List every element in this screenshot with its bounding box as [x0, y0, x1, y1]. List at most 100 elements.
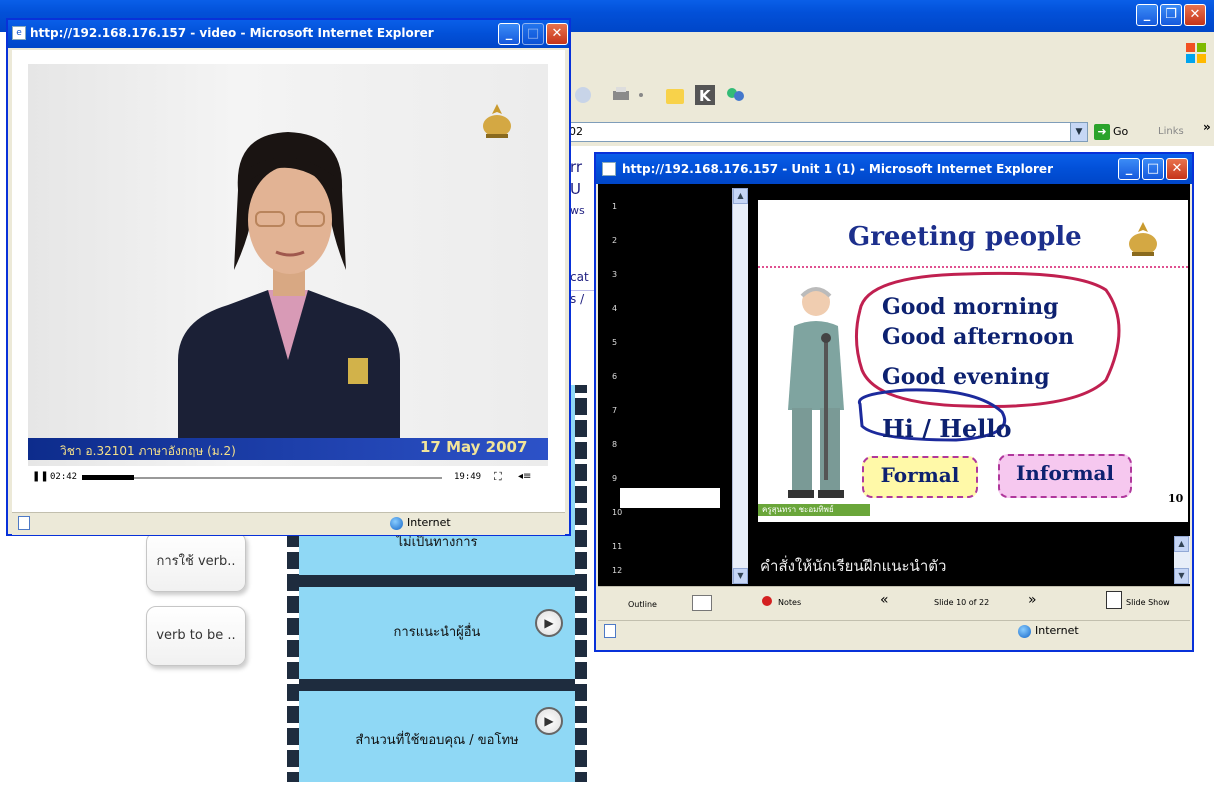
- outline-number[interactable]: 12: [612, 566, 622, 575]
- video-player[interactable]: วิชา อ.32101 ภาษาอังกฤษ (ม.2) 17 May 200…: [28, 64, 548, 466]
- video-window-controls: _ □ ✕: [496, 23, 568, 45]
- outline-number[interactable]: 4: [612, 304, 617, 313]
- close-button[interactable]: ✕: [1184, 4, 1206, 26]
- internet-zone: Internet: [1018, 624, 1079, 638]
- volume-icon[interactable]: ◂≡: [518, 471, 531, 482]
- minimize-button[interactable]: _: [1136, 4, 1158, 26]
- presentation-statusbar: [598, 620, 1190, 643]
- notes-scrollbar[interactable]: ▲ ▼: [1174, 536, 1190, 584]
- go-button[interactable]: ➜ Go: [1094, 122, 1150, 142]
- slide-page-number: 10: [1168, 492, 1184, 505]
- links-label[interactable]: Links: [1158, 122, 1184, 142]
- messenger-icon[interactable]: [724, 84, 746, 106]
- play-icon[interactable]: ▶: [535, 609, 563, 637]
- scroll-up-icon[interactable]: ▲: [733, 188, 748, 204]
- slideshow-button[interactable]: Slide Show: [1126, 598, 1170, 607]
- slide[interactable]: Greeting people Good morning Good aftern…: [758, 200, 1188, 522]
- print-icon[interactable]: [610, 84, 632, 106]
- slide-thumbnail-icon[interactable]: [692, 595, 712, 611]
- video-window-title: http://192.168.176.157 - video - Microso…: [30, 26, 434, 40]
- seek-bar[interactable]: [82, 477, 442, 479]
- notes-toggle[interactable]: Notes: [778, 598, 801, 607]
- links-chevron-icon[interactable]: »: [1203, 120, 1211, 134]
- film-item-label: การแนะนำผู้อื่น: [393, 625, 481, 640]
- ie-page-icon: [602, 162, 616, 176]
- folder-icon[interactable]: [664, 84, 686, 106]
- outline-number[interactable]: 5: [612, 338, 617, 347]
- time-elapsed: 02:42: [50, 472, 78, 482]
- slide-title: Greeting people: [848, 222, 1082, 252]
- outline-number[interactable]: 7: [612, 406, 617, 415]
- page-icon: [18, 516, 30, 530]
- slide-line-hi-hello: Hi / Hello: [882, 414, 1012, 443]
- slide-counter: Slide 10 of 22: [934, 598, 990, 607]
- verb-usage-button[interactable]: การใช้ verb..: [146, 532, 246, 592]
- date-caption: 17 May 2007: [420, 438, 528, 456]
- outline-number[interactable]: 8: [612, 440, 617, 449]
- close-button[interactable]: ✕: [1166, 158, 1188, 180]
- history-icon[interactable]: [572, 84, 594, 106]
- outline-scrollbar[interactable]: ▲ ▼: [732, 188, 748, 584]
- outline-number[interactable]: 1: [612, 202, 617, 211]
- restore-button[interactable]: ❐: [1160, 4, 1182, 26]
- globe-icon: [390, 516, 403, 530]
- film-item-introducing-others[interactable]: การแนะนำผู้อื่น ▶: [299, 587, 575, 679]
- slide-divider: [758, 266, 1188, 268]
- windows-logo-icon: [1184, 40, 1208, 66]
- verb-to-be-button[interactable]: verb to be ..: [146, 606, 246, 666]
- next-slide-button[interactable]: »: [1028, 592, 1037, 608]
- course-caption: วิชา อ.32101 ภาษาอังกฤษ (ม.2): [60, 444, 236, 458]
- notes-text: คำสั่งให้นักเรียนฝึกแนะนำตัว: [760, 557, 947, 575]
- minimize-button[interactable]: _: [498, 23, 520, 45]
- play-icon[interactable]: ▶: [535, 707, 563, 735]
- go-arrow-icon: ➜: [1094, 124, 1110, 140]
- outline-number[interactable]: 6: [612, 372, 617, 381]
- background-window-controls: _ ❐ ✕: [1134, 4, 1206, 26]
- background-toolbar: [560, 72, 1214, 120]
- notes-icon[interactable]: [762, 596, 772, 606]
- film-perforation: [575, 385, 587, 782]
- presentation-window-title: http://192.168.176.157 - Unit 1 (1) - Mi…: [622, 162, 1053, 176]
- time-total: 19:49: [454, 472, 482, 482]
- slide-footer: ครูสุนทรา ชะอมทิพย์: [758, 504, 870, 516]
- fullscreen-icon[interactable]: ⛶: [494, 470, 502, 484]
- slide-line-good-afternoon: Good afternoon: [882, 324, 1074, 350]
- presentation-navbar: Outline Notes « Slide 10 of 22 » Slide S…: [598, 586, 1190, 621]
- outline-number[interactable]: 11: [612, 542, 622, 551]
- presentation-window-controls: _ □ ✕: [1116, 158, 1188, 180]
- separator-dot: [634, 84, 648, 106]
- maximize-button[interactable]: □: [1142, 158, 1164, 180]
- outline-selection[interactable]: [620, 488, 720, 508]
- address-dropdown-icon[interactable]: ▼: [1070, 122, 1088, 142]
- outline-number[interactable]: 2: [612, 236, 617, 245]
- slide-line-good-morning: Good morning: [882, 294, 1059, 320]
- address-input[interactable]: 02: [566, 122, 1088, 142]
- presenter-figure: [178, 132, 400, 440]
- previous-slide-button[interactable]: «: [880, 592, 889, 608]
- globe-icon: [1018, 624, 1031, 638]
- ie-page-icon: e: [12, 26, 26, 40]
- slideshow-icon[interactable]: [1106, 591, 1122, 609]
- scroll-down-icon[interactable]: ▼: [1174, 568, 1189, 584]
- scroll-down-icon[interactable]: ▼: [733, 568, 748, 584]
- go-label: Go: [1113, 125, 1129, 138]
- outline-tab[interactable]: Outline: [628, 600, 657, 609]
- page-icon: [604, 624, 616, 638]
- outline-number[interactable]: 3: [612, 270, 617, 279]
- internet-zone: Internet: [390, 516, 451, 530]
- outline-number[interactable]: 9: [612, 474, 617, 483]
- zone-label: Internet: [407, 516, 451, 529]
- zone-label: Internet: [1035, 624, 1079, 637]
- pause-icon[interactable]: ❚❚: [32, 471, 49, 482]
- minimize-button[interactable]: _: [1118, 158, 1140, 180]
- k-icon[interactable]: K: [694, 84, 716, 106]
- formal-box: Formal: [862, 456, 978, 498]
- film-item-thanks-sorry[interactable]: สำนวนที่ใช้ขอบคุณ / ขอโทษ ▶: [299, 691, 575, 782]
- seek-bar-fill: [82, 475, 134, 480]
- school-crest-icon: [483, 104, 511, 138]
- close-button[interactable]: ✕: [546, 23, 568, 45]
- outline-number[interactable]: 10: [612, 508, 622, 517]
- scroll-up-icon[interactable]: ▲: [1174, 536, 1189, 552]
- video-page: วิชา อ.32101 ภาษาอังกฤษ (ม.2) 17 May 200…: [12, 50, 565, 512]
- outline-pane[interactable]: 1 2 3 4 5 6 7 8 9 10 11 12: [600, 188, 732, 584]
